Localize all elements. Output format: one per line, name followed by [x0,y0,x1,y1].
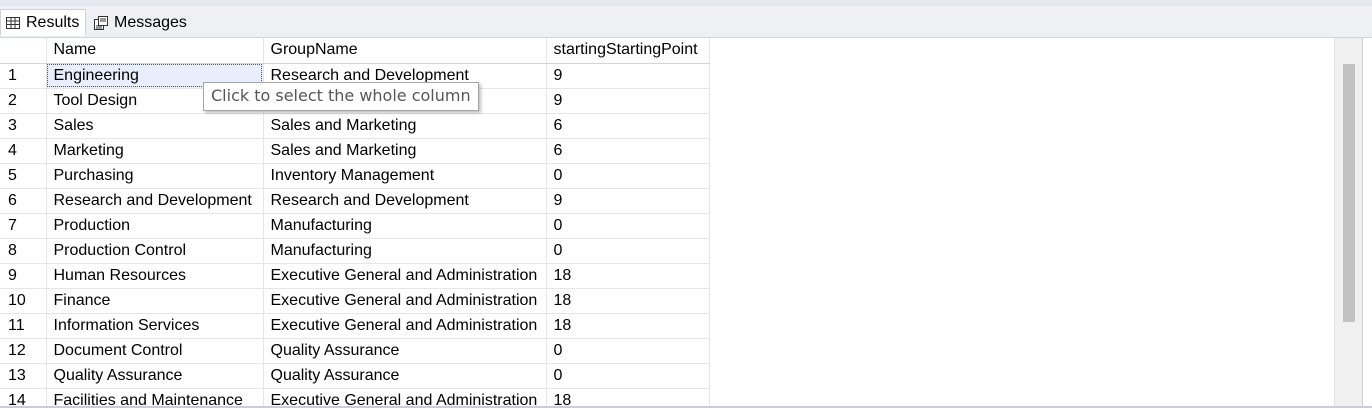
vertical-scrollbar[interactable] [1334,38,1363,408]
tab-results-label: Results [26,13,80,31]
row-number[interactable]: 13 [0,363,47,389]
grid-body: 1 Engineering Research and Development 9 2 To… [0,63,710,408]
cell-name[interactable]: Marketing [46,138,264,164]
cell-groupname[interactable]: Sales and Marketing [263,138,547,164]
tab-messages[interactable]: Messages [89,9,190,36]
cell-groupname[interactable]: Executive General and Administration [263,288,547,314]
panel-edge [1362,38,1372,408]
cell-startingstartingpoint[interactable]: 0 [546,338,710,364]
results-tabbar: Results Messages [0,6,1372,38]
cell-startingstartingpoint[interactable]: 6 [546,138,710,164]
cell-groupname[interactable]: Manufacturing [263,238,547,264]
row-number[interactable]: 1 [0,63,47,89]
column-header-startingstartingpoint[interactable]: startingStartingPoint [546,38,710,64]
cell-name[interactable]: Production Control [46,238,264,264]
table-row[interactable]: 6 Research and Development Research and De… [0,188,710,214]
row-number[interactable]: 3 [0,113,47,139]
row-number[interactable]: 7 [0,213,47,239]
cell-name[interactable]: Research and Development [46,188,264,214]
row-number[interactable]: 14 [0,388,47,408]
cell-startingstartingpoint[interactable]: 0 [546,163,710,189]
messages-icon [94,15,108,30]
cell-groupname[interactable]: Quality Assurance [263,363,547,389]
column-header-groupname[interactable]: GroupName [263,38,547,64]
table-row[interactable]: 11 Information Services Executive General … [0,313,710,339]
cell-name[interactable]: Sales [46,113,264,139]
cell-name[interactable]: Production [46,213,264,239]
cell-startingstartingpoint[interactable]: 18 [546,388,710,408]
table-row[interactable]: 7 Production Manufacturing 0 [0,213,710,239]
row-number[interactable]: 11 [0,313,47,339]
row-number[interactable]: 5 [0,163,47,189]
tab-results[interactable]: Results [0,9,86,36]
cell-groupname[interactable]: Inventory Management [263,163,547,189]
cell-startingstartingpoint[interactable]: 18 [546,288,710,314]
table-row[interactable]: 4 Marketing Sales and Marketing 6 [0,138,710,164]
cell-groupname[interactable]: Sales and Marketing [263,113,547,139]
tab-messages-label: Messages [114,13,187,31]
row-number[interactable]: 9 [0,263,47,289]
table-row[interactable]: 8 Production Control Manufacturing 0 [0,238,710,264]
cell-startingstartingpoint[interactable]: 9 [546,88,710,114]
column-tooltip: Click to select the whole column [203,82,479,111]
cell-startingstartingpoint[interactable]: 9 [546,63,710,89]
table-row[interactable]: 9 Human Resources Executive General and Ad… [0,263,710,289]
cell-name[interactable]: Facilities and Maintenance [46,388,264,408]
cell-startingstartingpoint[interactable]: 0 [546,238,710,264]
row-number[interactable]: 2 [0,88,47,114]
column-header-name[interactable]: Name [46,38,264,64]
cell-groupname[interactable]: Executive General and Administration [263,388,547,408]
cell-name[interactable]: Quality Assurance [46,363,264,389]
row-number[interactable]: 6 [0,188,47,214]
scrollbar-thumb[interactable] [1343,64,1355,322]
table-row[interactable]: 13 Quality Assurance Quality Assurance 0 [0,363,710,389]
header-row: Name GroupName startingStartingPoint [0,38,710,64]
cell-name[interactable]: Purchasing [46,163,264,189]
table-row[interactable]: 14 Facilities and Maintenance Executive Ge… [0,388,710,408]
cell-groupname[interactable]: Manufacturing [263,213,547,239]
cell-name[interactable]: Document Control [46,338,264,364]
cell-groupname[interactable]: Research and Development [263,188,547,214]
cell-startingstartingpoint[interactable]: 6 [546,113,710,139]
row-number[interactable]: 8 [0,238,47,264]
cell-groupname[interactable]: Executive General and Administration [263,263,547,289]
cell-startingstartingpoint[interactable]: 18 [546,313,710,339]
table-row[interactable]: 5 Purchasing Inventory Management 0 [0,163,710,189]
cell-name[interactable]: Finance [46,288,264,314]
grid-icon [6,16,20,30]
cell-groupname[interactable]: Executive General and Administration [263,313,547,339]
row-number[interactable]: 12 [0,338,47,364]
cell-startingstartingpoint[interactable]: 0 [546,363,710,389]
results-grid: Name GroupName startingStartingPoint 1 En… [0,38,1334,408]
row-number[interactable]: 10 [0,288,47,314]
cell-name[interactable]: Human Resources [46,263,264,289]
cell-startingstartingpoint[interactable]: 0 [546,213,710,239]
cell-startingstartingpoint[interactable]: 9 [546,188,710,214]
cell-groupname[interactable]: Quality Assurance [263,338,547,364]
cell-name[interactable]: Information Services [46,313,264,339]
table-row[interactable]: 12 Document Control Quality Assurance 0 [0,338,710,364]
cell-startingstartingpoint[interactable]: 18 [546,263,710,289]
table-row[interactable]: 10 Finance Executive General and Administr… [0,288,710,314]
table-row[interactable]: 3 Sales Sales and Marketing 6 [0,113,710,139]
corner-cell[interactable] [0,38,47,64]
row-number[interactable]: 4 [0,138,47,164]
